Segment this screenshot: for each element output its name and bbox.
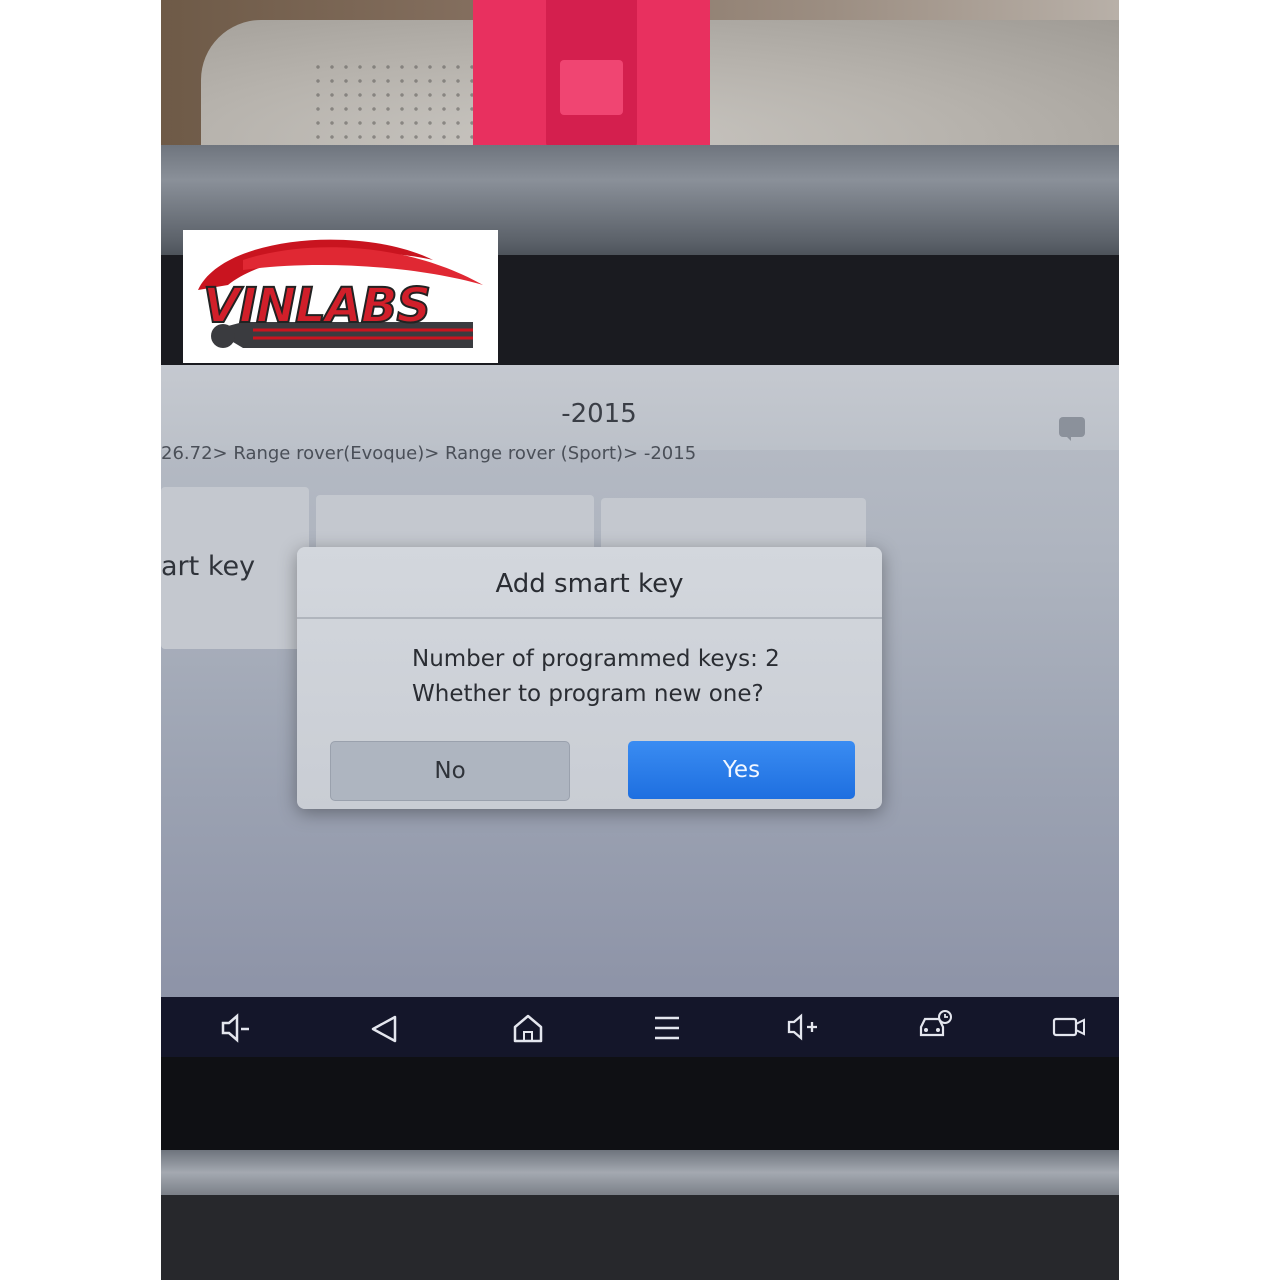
function-tile-3[interactable] xyxy=(601,498,866,553)
vehicle-diagnostic-icon[interactable] xyxy=(913,1005,959,1051)
screen-record-icon[interactable] xyxy=(1046,1005,1092,1051)
back-icon[interactable] xyxy=(361,1005,407,1051)
logo-text: VINLABS xyxy=(202,277,432,335)
yes-button[interactable]: Yes xyxy=(628,741,855,799)
tablet-bezel-bottom xyxy=(161,1150,1119,1195)
dialog-message-line2: Whether to program new one? xyxy=(412,681,764,707)
function-tile-2[interactable] xyxy=(316,495,594,555)
home-icon[interactable] xyxy=(505,1005,551,1051)
title-bar: -2015 xyxy=(161,365,1119,450)
dialog-title: Add smart key xyxy=(495,569,684,599)
dialog-message: Number of programmed keys: 2 Whether to … xyxy=(412,642,780,712)
function-tile-smart-key[interactable]: art key xyxy=(161,487,309,649)
no-button[interactable]: No xyxy=(330,741,570,801)
volume-up-icon[interactable] xyxy=(781,1005,827,1051)
tablet-body xyxy=(161,1195,1119,1280)
vinlabs-logo: VINLABS xyxy=(183,230,498,363)
dialog-message-line1: Number of programmed keys: 2 xyxy=(412,646,780,672)
device-photo: -2015 26.72> Range rover(Evoque)> Range … xyxy=(161,0,1119,1280)
system-navbar xyxy=(161,997,1119,1057)
dialog-divider xyxy=(297,617,882,619)
volume-down-icon[interactable] xyxy=(213,1005,259,1051)
breadcrumb: 26.72> Range rover(Evoque)> Range rover … xyxy=(161,443,697,464)
message-icon[interactable] xyxy=(1059,417,1085,441)
tile-label: art key xyxy=(161,551,256,582)
add-smart-key-dialog: Add smart key Number of programmed keys:… xyxy=(297,547,882,809)
menu-icon[interactable] xyxy=(644,1005,690,1051)
page-title: -2015 xyxy=(561,399,637,429)
tablet-glass-bottom xyxy=(161,1057,1119,1157)
